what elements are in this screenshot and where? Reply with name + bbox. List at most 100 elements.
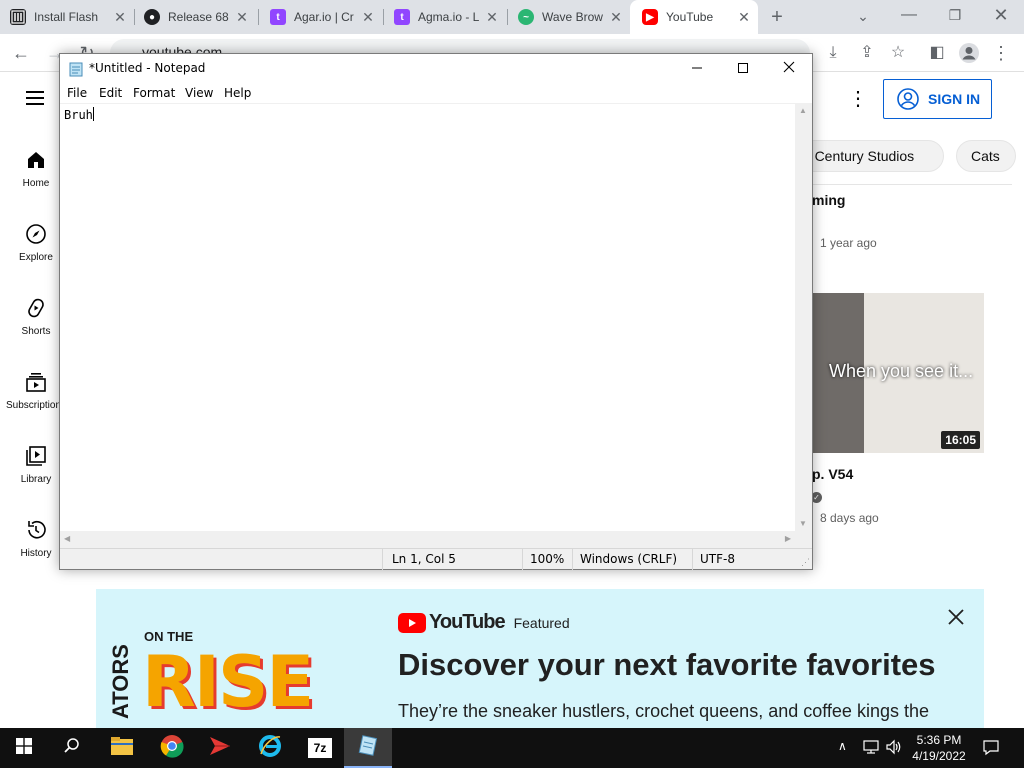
library-icon (24, 444, 48, 468)
cursor-position: Ln 1, Col 5 (392, 552, 456, 566)
video-meta: 8 days ago (820, 511, 879, 525)
maximize-button[interactable] (720, 54, 766, 84)
hamburger-menu-icon[interactable] (24, 88, 48, 108)
scroll-right-icon[interactable]: ▶ (785, 534, 791, 543)
banner-headline: Discover your next favorite favorites (398, 647, 936, 682)
video-title[interactable]: p. V54 (812, 466, 853, 482)
network-icon[interactable] (862, 738, 880, 761)
brand-text: YouTube (429, 611, 506, 633)
close-window-icon[interactable]: ✕ (990, 4, 1012, 26)
profile-icon[interactable] (958, 42, 980, 64)
windows-logo-icon (16, 737, 32, 759)
twitch-icon: t (270, 9, 286, 25)
close-icon[interactable]: ✕ (736, 9, 752, 25)
youtube-logo: YouTube Featured (398, 611, 570, 634)
scroll-up-icon[interactable]: ▲ (799, 106, 807, 115)
tab-agar[interactable]: t Agar.io | Cr ✕ (270, 0, 382, 34)
notifications-icon[interactable] (982, 738, 1000, 761)
tab-release[interactable]: ● Release 68 ✕ (144, 0, 256, 34)
wave-icon: ~ (518, 9, 534, 25)
tray-chevron-icon[interactable]: ∧ (838, 739, 847, 753)
twitch-icon: t (394, 9, 410, 25)
notepad-title-bar[interactable]: *Untitled - Notepad (60, 54, 812, 84)
tab-title: Agma.io - L (418, 10, 480, 24)
video-thumbnail[interactable]: When you see it... 16:05 (812, 293, 984, 453)
tab-install-flash[interactable]: Install Flash ✕ (10, 0, 134, 34)
scroll-left-icon[interactable]: ◀ (64, 534, 70, 543)
taskbar-internet-explorer[interactable] (246, 728, 294, 768)
volume-icon[interactable] (885, 738, 903, 761)
resize-grip-icon[interactable]: ⋰ (801, 557, 810, 568)
thumbnail-caption: When you see it... (829, 361, 974, 381)
status-divider (692, 549, 693, 570)
typed-text: Bruh (64, 108, 93, 122)
close-icon[interactable]: ✕ (484, 9, 500, 25)
menu-file[interactable]: File (67, 86, 87, 100)
notepad-text-area[interactable]: Bruh (60, 103, 795, 531)
tab-wave[interactable]: ~ Wave Brow ✕ (518, 0, 630, 34)
taskbar-notepad[interactable] (344, 728, 392, 768)
tab-title: Release 68 (168, 10, 229, 24)
bookmark-star-icon[interactable]: ☆ (887, 42, 909, 64)
arrow-app-icon (208, 735, 232, 762)
clock-date: 4/19/2022 (912, 749, 966, 763)
chip-cats[interactable]: Cats (956, 140, 1016, 172)
settings-more-icon[interactable]: ⋮ (848, 86, 868, 111)
start-button[interactable] (0, 728, 48, 768)
screen: Install Flash ✕ ● Release 68 ✕ t Agar.io… (0, 0, 1024, 768)
close-icon[interactable]: ✕ (234, 9, 250, 25)
share-icon[interactable]: ⇪ (856, 42, 878, 64)
sign-in-button[interactable]: SIGN IN (883, 79, 992, 119)
install-icon[interactable]: ⤓ (822, 42, 844, 64)
taskbar-7zip[interactable]: 7z (296, 728, 344, 768)
restore-icon[interactable]: ❐ (944, 4, 966, 26)
taskbar-arrow-app[interactable] (196, 728, 244, 768)
minimize-button[interactable] (674, 54, 720, 84)
home-icon (24, 148, 48, 172)
minimize-icon[interactable]: — (898, 4, 920, 26)
close-icon[interactable]: ✕ (112, 9, 128, 25)
tab-agma[interactable]: t Agma.io - L ✕ (394, 0, 506, 34)
tab-youtube[interactable]: ▶ YouTube ✕ (630, 0, 758, 34)
horizontal-scrollbar[interactable]: ◀ ▶ (60, 531, 795, 548)
menu-edit[interactable]: Edit (99, 86, 122, 100)
close-button[interactable] (766, 54, 812, 84)
menu-format[interactable]: Format (133, 86, 175, 100)
notepad-window[interactable]: *Untitled - Notepad File Edit Format Vie… (59, 53, 813, 570)
maximize-icon (738, 60, 748, 78)
taskbar-file-explorer[interactable] (98, 728, 146, 768)
close-icon[interactable]: ✕ (360, 9, 376, 25)
status-divider (522, 549, 523, 570)
video-title[interactable]: ming (812, 192, 845, 208)
art-side-text: ATORS (108, 644, 133, 719)
sign-in-label: SIGN IN (928, 91, 981, 107)
on-the-rise-artwork: ATORS ON THE RISE (108, 629, 360, 728)
window-title: *Untitled - Notepad (89, 61, 206, 75)
taskbar-chrome[interactable] (148, 728, 196, 768)
scroll-down-icon[interactable]: ▼ (799, 519, 807, 528)
notepad-menu-bar: File Edit Format View Help (60, 84, 812, 103)
menu-view[interactable]: View (185, 86, 213, 100)
notepad-app-icon (69, 61, 83, 77)
close-icon[interactable] (946, 607, 966, 627)
menu-help[interactable]: Help (224, 86, 251, 100)
system-clock[interactable]: 5:36 PM 4/19/2022 (906, 732, 972, 764)
internet-explorer-icon (258, 734, 282, 763)
vertical-scrollbar[interactable]: ▲ ▼ (795, 103, 812, 531)
back-icon[interactable]: ← (10, 42, 32, 64)
library-icon (10, 9, 26, 25)
tab-divider (383, 9, 384, 25)
tab-title: Install Flash (34, 10, 98, 24)
duration-badge: 16:05 (941, 431, 980, 449)
divider (812, 184, 1012, 185)
close-icon[interactable]: ✕ (608, 9, 624, 25)
search-button[interactable] (48, 728, 96, 768)
tab-title: Wave Brow (542, 10, 603, 24)
featured-banner[interactable]: ATORS ON THE RISE YouTube Featured Disco… (96, 589, 984, 728)
sidebar-icon[interactable]: ◧ (926, 42, 948, 64)
new-tab-icon[interactable]: + (766, 6, 788, 28)
minimize-icon (692, 60, 702, 78)
chevron-down-icon[interactable]: ⌄ (852, 5, 874, 27)
tab-divider (258, 9, 259, 25)
more-menu-icon[interactable]: ⋮ (990, 42, 1012, 64)
